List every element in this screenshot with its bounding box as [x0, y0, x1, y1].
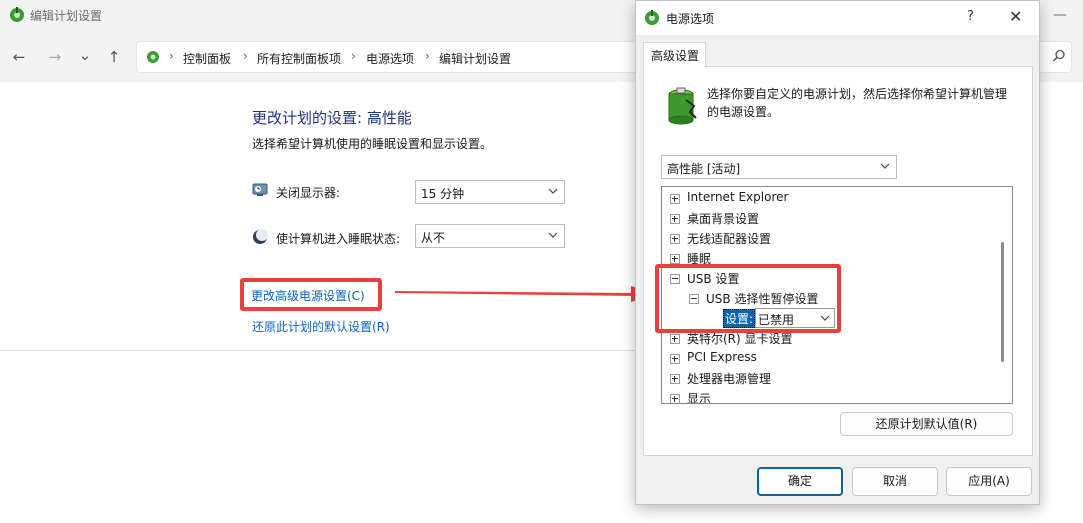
battery-icon — [668, 87, 697, 125]
dialog-title: 电源选项 — [666, 12, 715, 26]
display-off-select[interactable]: 15 分钟 — [415, 180, 565, 204]
expand-icon[interactable] — [670, 374, 680, 384]
minimize-button[interactable]: — — [1053, 7, 1067, 23]
expand-icon[interactable] — [670, 234, 680, 244]
display-off-value: 15 分钟 — [421, 187, 465, 201]
display-icon — [252, 183, 268, 196]
tree-item-label: 处理器电源管理 — [687, 372, 772, 386]
chevron-down-icon — [548, 188, 558, 194]
sleep-icon — [253, 229, 268, 244]
tree-item-label: 无线适配器设置 — [687, 232, 772, 246]
annotation-arrow — [395, 286, 655, 302]
expand-icon[interactable] — [670, 194, 680, 204]
expand-icon[interactable] — [670, 394, 680, 403]
expand-icon[interactable] — [670, 354, 680, 364]
tree-scrollbar[interactable] — [1001, 242, 1004, 362]
expand-icon[interactable] — [670, 334, 680, 344]
tab-label: 高级设置 — [651, 49, 700, 63]
restore-plan-defaults-button[interactable]: 还原计划默认值(R) — [840, 412, 1013, 436]
display-off-label: 关闭显示器: — [276, 186, 341, 200]
power-plan-value: 高性能 [活动] — [667, 162, 741, 176]
page-title: 更改计划的设置: 高性能 — [252, 109, 412, 127]
tree-item-label: PCI Express — [687, 350, 757, 364]
tree-item-label: 显示 — [687, 392, 712, 404]
apply-button[interactable]: 应用(A) — [946, 467, 1032, 496]
page-subtitle: 选择希望计算机使用的睡眠设置和显示设置。 — [252, 137, 493, 151]
sleep-label: 使计算机进入睡眠状态: — [276, 232, 401, 246]
ok-button[interactable]: 确定 — [757, 467, 843, 496]
power-options-icon — [10, 7, 24, 22]
power-options-icon — [645, 10, 659, 25]
close-button[interactable]: ✕ — [1009, 7, 1022, 26]
search-icon[interactable] — [1052, 49, 1066, 63]
annotation-box — [240, 278, 382, 311]
sleep-select[interactable]: 从不 — [415, 224, 565, 248]
up-icon[interactable]: ↑ — [105, 48, 123, 66]
help-button[interactable]: ? — [967, 9, 974, 24]
breadcrumb-power-options[interactable]: 电源选项 — [366, 50, 414, 67]
window-title: 编辑计划设置 — [30, 9, 103, 23]
breadcrumb-separator: › — [169, 49, 174, 63]
tree-item-label: Internet Explorer — [687, 190, 789, 204]
breadcrumb-edit-plan[interactable]: 编辑计划设置 — [439, 50, 511, 67]
control-panel-icon — [147, 51, 159, 63]
breadcrumb-separator: › — [425, 49, 430, 63]
restore-defaults-link[interactable]: 还原此计划的默认设置(R) — [252, 318, 390, 335]
breadcrumb-separator: › — [243, 49, 248, 63]
breadcrumb-control-panel[interactable]: 控制面板 — [183, 50, 231, 67]
breadcrumb-separator: › — [351, 49, 356, 63]
annotation-box — [655, 264, 841, 333]
forward-icon[interactable]: → — [46, 48, 64, 66]
tab-advanced-settings[interactable]: 高级设置 — [643, 42, 706, 67]
dialog-description: 选择你要自定义的电源计划，然后选择你希望计算机管理的电源设置。 — [707, 87, 1008, 119]
recent-locations-icon[interactable]: ⌄ — [76, 46, 94, 64]
back-icon[interactable]: ← — [10, 48, 28, 66]
power-plan-select[interactable]: 高性能 [活动] — [661, 155, 897, 179]
expand-icon[interactable] — [670, 214, 680, 224]
expand-icon[interactable] — [670, 254, 680, 264]
chevron-down-icon — [880, 163, 890, 169]
breadcrumb-all-items[interactable]: 所有控制面板项 — [257, 50, 341, 67]
chevron-down-icon — [548, 232, 558, 238]
cancel-button[interactable]: 取消 — [852, 467, 938, 496]
divider — [0, 350, 636, 351]
tree-item-label: 桌面背景设置 — [687, 212, 760, 226]
sleep-value: 从不 — [421, 231, 446, 245]
